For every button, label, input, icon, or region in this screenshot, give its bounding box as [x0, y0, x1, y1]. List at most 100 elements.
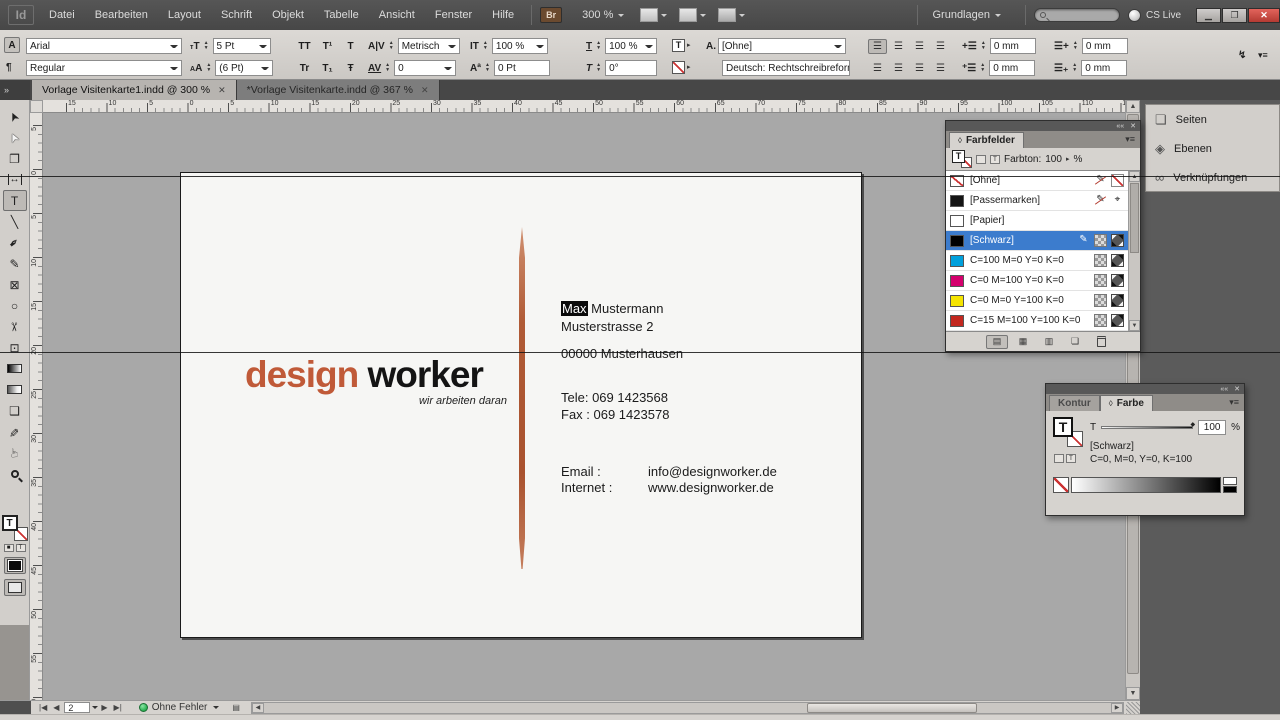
align-left-button[interactable]: ☰ — [868, 39, 887, 54]
apply-to-container-icon[interactable] — [976, 155, 986, 164]
panel-menu-icon[interactable]: ▾≡ — [1229, 397, 1244, 411]
menu-item[interactable]: Datei — [40, 5, 84, 25]
last-page-button[interactable]: ▶| — [111, 703, 125, 712]
horizontal-scrollbar[interactable]: ◀ ▶ — [251, 702, 1124, 714]
tab-farbfelder[interactable]: ◊Farbfelder — [949, 132, 1024, 148]
close-tab-icon[interactable]: ✕ — [218, 85, 226, 96]
dock-item-verknuepfungen[interactable]: ∞ Verknüpfungen — [1146, 163, 1279, 192]
zoom-tool[interactable] — [3, 463, 27, 484]
subscript-button[interactable]: T₁ — [317, 60, 338, 76]
indent-first-field[interactable]: 0 mm — [989, 60, 1035, 76]
show-gradient-swatches-button[interactable]: ▥ — [1038, 335, 1060, 349]
menu-item[interactable]: Schrift — [212, 5, 261, 25]
vertical-ruler[interactable]: 5051015202530354045505560 — [30, 113, 43, 700]
show-color-swatches-button[interactable]: ▦ — [1012, 335, 1034, 349]
collapse-panel-icon[interactable]: «« — [1220, 386, 1228, 393]
small-caps-button[interactable]: Tr — [294, 60, 315, 76]
swatch-row-cyan[interactable]: C=100 M=0 Y=0 K=0 — [946, 251, 1128, 271]
scrollbar-thumb[interactable] — [807, 703, 977, 713]
justify-center-button[interactable]: ☰ — [889, 61, 908, 76]
swatch-row-ohne[interactable]: [Ohne] — [946, 171, 1128, 191]
view-options-dropdown[interactable] — [640, 8, 667, 22]
swatch-row-schwarz[interactable]: [Schwarz] — [946, 231, 1128, 251]
apply-to-container-icon[interactable]: ■ — [4, 544, 14, 552]
line-tool[interactable]: ╲ — [3, 211, 27, 232]
tools-panel-header[interactable]: » — [0, 80, 30, 100]
align-center-button[interactable]: ☰ — [889, 39, 908, 54]
tab-kontur[interactable]: Kontur — [1049, 395, 1100, 411]
menu-item[interactable]: Hilfe — [483, 5, 523, 25]
superscript-button[interactable]: T¹ — [317, 38, 338, 54]
close-panel-icon[interactable]: ✕ — [1234, 385, 1240, 393]
menu-item[interactable]: Layout — [159, 5, 210, 25]
close-tab-icon[interactable]: ✕ — [421, 85, 429, 96]
stroke-color-control[interactable]: ▸ — [672, 58, 691, 76]
ruler-guide-top[interactable] — [0, 176, 1280, 177]
ruler-guide-middle[interactable] — [0, 352, 1280, 353]
cs-live-icon[interactable] — [1128, 9, 1141, 22]
baseline-shift-stepper[interactable]: ▲▼ — [483, 63, 492, 73]
font-size-stepper[interactable]: ▲▼ — [202, 41, 211, 51]
show-all-swatches-button[interactable]: ▤ — [986, 335, 1008, 349]
pen-tool[interactable]: ✒ — [3, 232, 27, 253]
ellipse-tool[interactable]: ○ — [3, 295, 27, 316]
indent-left-stepper[interactable]: ▲▼ — [979, 41, 988, 51]
underline-button[interactable]: T — [340, 38, 361, 54]
tint-slider[interactable]: ◆ — [1101, 426, 1193, 429]
direct-selection-tool[interactable]: ➤ — [3, 127, 27, 148]
screen-mode-button[interactable] — [4, 579, 26, 596]
page-number-field[interactable]: 2 — [64, 702, 90, 713]
apply-fill-button[interactable] — [4, 557, 26, 574]
minimize-button[interactable]: ▁ — [1196, 8, 1221, 23]
tracking-dropdown[interactable]: 0 — [394, 60, 456, 76]
business-card-page[interactable]: design worker wir arbeiten daran Max Mus… — [180, 172, 862, 638]
tint-value[interactable]: 100 — [1045, 154, 1062, 165]
screen-mode-dropdown[interactable] — [679, 8, 706, 22]
next-page-button[interactable]: ▶ — [98, 703, 110, 712]
workspace-dropdown[interactable]: Grundlagen — [926, 7, 1007, 23]
fill-stroke-proxy[interactable]: T — [952, 150, 972, 168]
kerning-stepper[interactable]: ▲▼ — [387, 41, 396, 51]
apply-to-text-icon[interactable]: T — [16, 544, 26, 552]
preflight-dropdown-icon[interactable] — [213, 706, 219, 712]
scroll-up-icon[interactable]: ▲ — [1126, 100, 1140, 113]
language-dropdown[interactable]: Deutsch: Rechtschreibreform — [722, 60, 850, 76]
dock-item-seiten[interactable]: ❏ Seiten — [1146, 105, 1279, 134]
note-tool[interactable]: ❑ — [3, 400, 27, 421]
indent-left-field[interactable]: 0 mm — [990, 38, 1036, 54]
pencil-tool[interactable]: ✎ — [3, 253, 27, 274]
justify-right-button[interactable]: ☰ — [910, 61, 929, 76]
scroll-down-icon[interactable]: ▼ — [1129, 320, 1140, 331]
swatch-row-magenta[interactable]: C=0 M=100 Y=0 K=0 — [946, 271, 1128, 291]
swatch-scrollbar[interactable]: ▲ ▼ — [1128, 171, 1140, 331]
ruler-origin-box[interactable] — [30, 100, 43, 113]
vertical-scale-stepper[interactable]: ▲▼ — [481, 41, 490, 51]
horizontal-ruler[interactable]: 1510505101520253035404550556065707580859… — [43, 100, 1125, 113]
eyedropper-tool[interactable]: ✐ — [3, 421, 27, 442]
quick-apply-button[interactable]: ↯ — [1238, 46, 1246, 64]
collapse-panel-icon[interactable]: «« — [1116, 123, 1124, 130]
skew-stepper[interactable]: ▲▼ — [594, 63, 603, 73]
cs-live-label[interactable]: CS Live — [1146, 10, 1181, 21]
leading-dropdown[interactable]: (6 Pt) — [215, 60, 273, 76]
skew-field[interactable]: 0° — [605, 60, 657, 76]
menu-item[interactable]: Objekt — [263, 5, 313, 25]
fill-color-control[interactable]: T ▸ — [672, 36, 691, 54]
free-transform-tool[interactable]: ⊡ — [3, 337, 27, 358]
gap-tool[interactable]: ↔ — [3, 169, 27, 190]
close-button[interactable]: ✕ — [1248, 8, 1280, 23]
indent-first-stepper[interactable]: ▲▼ — [978, 63, 987, 73]
font-size-dropdown[interactable]: 5 Pt — [213, 38, 271, 54]
horizontal-scale-stepper[interactable]: ▲▼ — [594, 41, 603, 51]
all-caps-button[interactable]: TT — [294, 38, 315, 54]
page-tool[interactable]: ❐ — [3, 148, 27, 169]
baseline-shift-field[interactable]: 0 Pt — [494, 60, 550, 76]
menu-item[interactable]: Tabelle — [315, 5, 368, 25]
swatch-row-papier[interactable]: [Papier] — [946, 211, 1128, 231]
scroll-down-icon[interactable]: ▼ — [1126, 687, 1140, 700]
document-tab-active[interactable]: Vorlage Visitenkarte1.indd @ 300 % ✕ — [32, 80, 237, 100]
strikethrough-button[interactable]: Ŧ — [340, 60, 361, 76]
restore-button[interactable]: ❐ — [1222, 8, 1247, 23]
indent-right-field[interactable]: 0 mm — [1082, 38, 1128, 54]
gradient-feather-tool[interactable] — [3, 379, 27, 400]
